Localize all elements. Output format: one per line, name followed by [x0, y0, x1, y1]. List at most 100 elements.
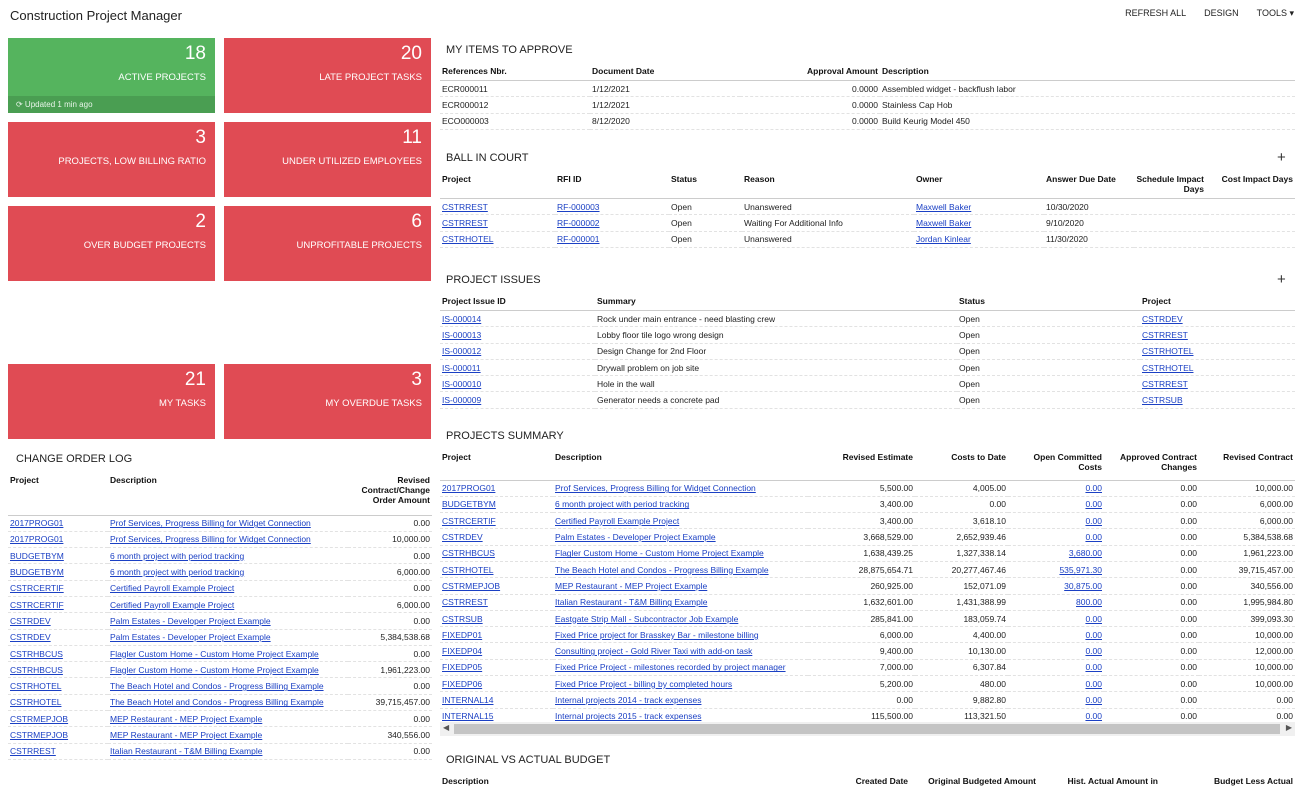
- col-header[interactable]: Created Date: [770, 774, 910, 788]
- cell-link[interactable]: CSTRREST: [10, 746, 56, 756]
- cell-link[interactable]: Maxwell Baker: [916, 202, 971, 212]
- col-header[interactable]: References Nbr.: [440, 64, 590, 81]
- col-header[interactable]: Hist. Actual Amount in: [1038, 774, 1160, 788]
- cell-link[interactable]: 6 month project with period tracking: [110, 567, 244, 577]
- col-header[interactable]: Costs to Date: [915, 450, 1008, 481]
- tile-active-projects[interactable]: 18 ACTIVE PROJECTS ⟳ Updated 1 min ago: [8, 38, 215, 113]
- col-header[interactable]: Summary: [595, 294, 957, 311]
- col-header[interactable]: Description: [440, 774, 770, 788]
- col-header[interactable]: Description: [880, 64, 1295, 81]
- cell-link[interactable]: 3,680.00: [1069, 548, 1102, 558]
- cell-link[interactable]: 800.00: [1076, 597, 1102, 607]
- cell-link[interactable]: CSTRHOTEL: [10, 681, 61, 691]
- cell-link[interactable]: BUDGETBYM: [442, 499, 496, 509]
- cell-link[interactable]: 2017PROG01: [442, 483, 495, 493]
- table-row[interactable]: CSTRDEV Palm Estates - Developer Project …: [8, 612, 432, 630]
- cell-link[interactable]: Prof Services, Progress Billing for Widg…: [110, 534, 311, 544]
- cell-link[interactable]: CSTRHBCUS: [442, 548, 495, 558]
- cell-link[interactable]: CSTRHOTEL: [10, 697, 61, 707]
- cell-link[interactable]: MEP Restaurant - MEP Project Example: [110, 714, 262, 724]
- cell-link[interactable]: FIXEDP05: [442, 662, 482, 672]
- cell-link[interactable]: CSTRCERTIF: [10, 600, 64, 610]
- col-header[interactable]: Revised Estimate: [808, 450, 915, 481]
- cell-link[interactable]: Palm Estates - Developer Project Example: [110, 632, 271, 642]
- table-row[interactable]: BUDGETBYM 6 month project with period tra…: [440, 496, 1295, 514]
- cell-link[interactable]: Palm Estates - Developer Project Example: [555, 532, 716, 542]
- cell-link[interactable]: CSTRMEPJOB: [10, 714, 68, 724]
- table-row[interactable]: CSTRREST RF-000002 Open Waiting For Additio…: [440, 214, 1295, 232]
- table-row[interactable]: ECR000011 1/12/2021 0.0000 Assembled widget…: [440, 80, 1295, 98]
- cell-link[interactable]: CSTRHBCUS: [10, 649, 63, 659]
- col-header[interactable]: Project: [1140, 294, 1295, 311]
- table-row[interactable]: CSTRMEPJOB MEP Restaurant - MEP Project E…: [8, 726, 432, 744]
- col-header[interactable]: Original Budgeted Amount: [910, 774, 1038, 788]
- table-row[interactable]: 2017PROG01 Prof Services, Progress Billin…: [8, 515, 432, 532]
- table-row[interactable]: FIXEDP01 Fixed Price project for Brasskey…: [440, 626, 1295, 644]
- table-row[interactable]: IS-000010 Hole in the wall Open CSTRREST: [440, 375, 1295, 393]
- cell-link[interactable]: IS-000012: [442, 346, 481, 356]
- col-header[interactable]: Status: [669, 172, 742, 199]
- cell-link[interactable]: Italian Restaurant - T&M Billing Example: [110, 746, 262, 756]
- cell-link[interactable]: FIXEDP01: [442, 630, 482, 640]
- cell-link[interactable]: 0.00: [1085, 499, 1102, 509]
- tile-late-project-tasks[interactable]: 20 LATE PROJECT TASKS: [224, 38, 431, 113]
- table-row[interactable]: CSTRMEPJOB MEP Restaurant - MEP Project E…: [8, 710, 432, 728]
- table-row[interactable]: BUDGETBYM 6 month project with period tra…: [8, 547, 432, 565]
- table-row[interactable]: IS-000009 Generator needs a concrete pad O…: [440, 391, 1295, 409]
- table-row[interactable]: CSTRHBCUS Flagler Custom Home - Custom Ho…: [8, 645, 432, 663]
- table-row[interactable]: 2017PROG01 Prof Services, Progress Billin…: [440, 480, 1295, 497]
- col-header[interactable]: Status: [957, 294, 1140, 311]
- table-row[interactable]: CSTRDEV Palm Estates - Developer Project …: [440, 528, 1295, 546]
- scroll-right-icon[interactable]: ▶: [1286, 723, 1292, 732]
- cell-link[interactable]: Eastgate Strip Mall - Subcontractor Job …: [555, 614, 738, 624]
- cell-link[interactable]: CSTRHOTEL: [1142, 346, 1193, 356]
- col-header[interactable]: RFI ID: [555, 172, 669, 199]
- table-row[interactable]: IS-000011 Drywall problem on job site Open…: [440, 359, 1295, 377]
- table-row[interactable]: CSTRHOTEL The Beach Hotel and Condos - Pr…: [8, 677, 432, 695]
- table-row[interactable]: IS-000013 Lobby floor tile logo wrong des…: [440, 326, 1295, 344]
- cell-link[interactable]: CSTRCERTIF: [442, 516, 496, 526]
- col-header[interactable]: Project Issue ID: [440, 294, 595, 311]
- cell-link[interactable]: 2017PROG01: [10, 534, 63, 544]
- table-row[interactable]: CSTRREST Italian Restaurant - T&M Billing…: [8, 743, 432, 760]
- table-row[interactable]: CSTRHOTEL The Beach Hotel and Condos - Pr…: [440, 561, 1295, 579]
- table-row[interactable]: CSTRDEV Palm Estates - Developer Project …: [8, 629, 432, 646]
- table-row[interactable]: CSTRREST RF-000003 Open Unanswered Maxwell B…: [440, 198, 1295, 216]
- cell-link[interactable]: Fixed Price Project - milestones recorde…: [555, 662, 786, 672]
- col-header[interactable]: Reason: [742, 172, 914, 199]
- cell-link[interactable]: BUDGETBYM: [10, 567, 64, 577]
- cell-link[interactable]: Maxwell Baker: [916, 218, 971, 228]
- col-header[interactable]: Budget Less Actual: [1160, 774, 1295, 788]
- col-header[interactable]: Approval Amount: [740, 64, 880, 81]
- cell-link[interactable]: IS-000014: [442, 314, 481, 324]
- cell-link[interactable]: CSTRREST: [1142, 379, 1188, 389]
- tile-over-budget-projects[interactable]: 2 OVER BUDGET PROJECTS: [8, 206, 215, 281]
- cell-link[interactable]: Certified Payroll Example Project: [110, 600, 234, 610]
- cell-link[interactable]: CSTRMEPJOB: [442, 581, 500, 591]
- cell-link[interactable]: 6 month project with period tracking: [555, 499, 689, 509]
- col-header[interactable]: Approved Contract Changes: [1104, 450, 1199, 481]
- table-row[interactable]: CSTRREST Italian Restaurant - T&M Billing…: [440, 594, 1295, 611]
- table-row[interactable]: FIXEDP04 Consulting project - Gold River …: [440, 642, 1295, 660]
- table-row[interactable]: CSTRCERTIF Certified Payroll Example Proj…: [8, 580, 432, 597]
- summary-horizontal-scrollbar[interactable]: ◀ ▶: [440, 722, 1295, 736]
- cell-link[interactable]: The Beach Hotel and Condos - Progress Bi…: [110, 697, 324, 707]
- cell-link[interactable]: MEP Restaurant - MEP Project Example: [555, 581, 707, 591]
- cell-link[interactable]: FIXEDP06: [442, 679, 482, 689]
- table-row[interactable]: CSTRHOTEL The Beach Hotel and Condos - Pr…: [8, 694, 432, 712]
- cell-link[interactable]: INTERNAL14: [442, 695, 494, 705]
- cell-link[interactable]: CSTRDEV: [1142, 314, 1183, 324]
- table-row[interactable]: CSTRHOTEL RF-000001 Open Unanswered Jordan K…: [440, 231, 1295, 248]
- tile-under-utilized-employees[interactable]: 11 UNDER UTILIZED EMPLOYEES: [224, 122, 431, 197]
- cell-link[interactable]: IS-000013: [442, 330, 481, 340]
- col-header[interactable]: Revised Contract: [1199, 450, 1295, 481]
- cell-link[interactable]: CSTRSUB: [442, 614, 483, 624]
- cell-link[interactable]: BUDGETBYM: [10, 551, 64, 561]
- cell-link[interactable]: CSTRHOTEL: [1142, 363, 1193, 373]
- cell-link[interactable]: CSTRSUB: [1142, 395, 1183, 405]
- col-header[interactable]: Project: [440, 172, 555, 199]
- cell-link[interactable]: CSTRCERTIF: [10, 583, 64, 593]
- cell-link[interactable]: CSTRDEV: [442, 532, 483, 542]
- col-header[interactable]: Description: [108, 473, 348, 516]
- tile-my-tasks[interactable]: 21 MY TASKS: [8, 364, 215, 439]
